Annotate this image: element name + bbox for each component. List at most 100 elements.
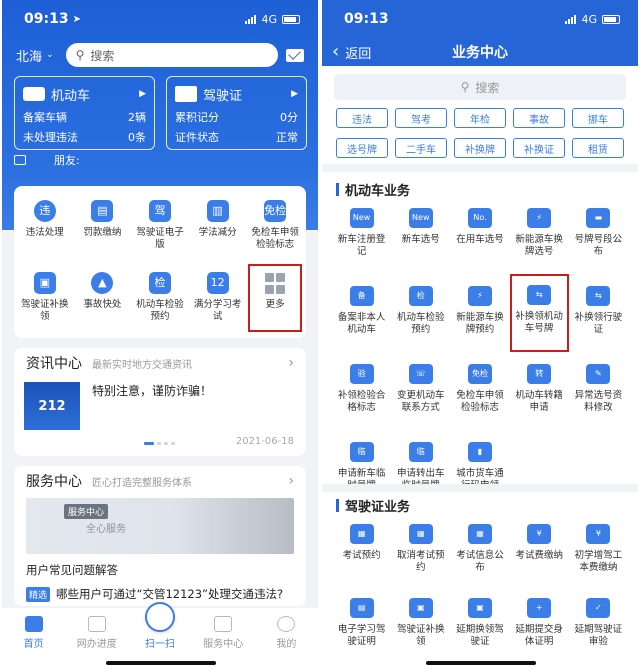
service-item[interactable]: 12 满分学习考试 [189, 262, 247, 334]
service-item[interactable]: 驾驾驶证电子版 [131, 190, 189, 262]
status-bar: 09:13 4G [322, 0, 638, 38]
signal-icon [565, 14, 577, 24]
business-item[interactable]: ▦ 取消考试预约 [391, 512, 450, 586]
license-business-grid: ▦ 考试预约 ▦ 取消考试预约 ▦ 考试信息公布 ¥ 考试费缴纳 ¥ 初学增驾工本费缴纳 ▤ 电子学习… [332, 512, 628, 660]
service-item[interactable]: ▲ 事故快处 [74, 262, 132, 334]
business-item[interactable]: No. 在用车选号 [450, 196, 509, 274]
service-item[interactable]: ▥ 学法减分 [189, 190, 247, 262]
business-item[interactable]: ☏ 变更机动车联系方式 [391, 352, 450, 430]
vehicle-row-label: 未处理违法 [23, 131, 78, 144]
filter-chip[interactable]: 事故 [513, 108, 565, 128]
business-item[interactable]: 备备案非本人机动车 [332, 274, 391, 352]
filter-chip[interactable]: 补换牌 [454, 138, 506, 158]
vehicle-card[interactable]: 机动车 ▶ 备案车辆 2辆 未处理违法 0条 [14, 76, 155, 150]
back-button[interactable]: ‹ 返回 [332, 43, 371, 62]
business-item[interactable]: ▣ 驾驶证补换领 [391, 586, 450, 660]
service-center-header[interactable]: 服务中心 匠心打造完整服务体系 › [14, 466, 306, 496]
business-icon: ¥ [586, 524, 611, 544]
business-item[interactable]: ▤ 电子学习驾驶证明 [332, 586, 391, 660]
filter-chip[interactable]: 挪车 [572, 108, 624, 128]
filter-chip[interactable]: 违法 [336, 108, 388, 128]
business-icon: 备 [349, 286, 374, 306]
license-card[interactable]: 驾驶证 ▶ 累积记分 0分 证件状态 正常 [166, 76, 307, 150]
business-item[interactable]: ¥ 考试费缴纳 [510, 512, 569, 586]
notice-bar[interactable]: 朋友: [14, 152, 306, 168]
business-icon: New [349, 208, 374, 228]
business-item[interactable]: + 延期提交身体证明 [510, 586, 569, 660]
tab-home[interactable]: 首页 [2, 608, 65, 670]
business-icon: ▮ [467, 442, 492, 462]
business-icon: ✓ [586, 598, 611, 618]
service-item[interactable]: 检机动车检验预约 [131, 262, 189, 334]
faq-item[interactable]: 精选 哪些用户可通过“交管12123”处理交通违法? [14, 578, 306, 602]
business-item[interactable]: ✎ 异常选号资料修改 [569, 352, 628, 430]
tab-me[interactable]: 我的 [255, 608, 318, 670]
service-item[interactable]: 免检 免检车申领检验标志 [246, 190, 304, 262]
service-label: 机动车检验预约 [136, 299, 184, 322]
mail-icon[interactable] [286, 48, 304, 62]
search-input[interactable]: ⚲ 搜索 [65, 43, 278, 67]
monitor-icon [87, 616, 106, 632]
business-icon: 临 [349, 442, 374, 462]
business-item[interactable]: 免检 免检车申领检验标志 [450, 352, 509, 430]
business-item[interactable]: ✓ 延期驾驶证审验 [569, 586, 628, 660]
car-icon [23, 87, 45, 101]
business-icon: ☏ [408, 364, 433, 384]
business-item[interactable]: New 新车注册登记 [332, 196, 391, 274]
fine-icon: ▤ [91, 200, 114, 222]
business-item[interactable]: 检机动车检验预约 [391, 274, 450, 352]
chevron-right-icon: ▶ [139, 89, 146, 99]
license-renew-icon: ▣ [33, 272, 56, 294]
business-item[interactable]: ▮城市货车通行码申领 [450, 430, 509, 508]
business-label: 延期换领驾驶证 [456, 624, 504, 647]
business-item[interactable]: ⚡ 新能源车换牌选号 [510, 196, 569, 274]
info-center-header[interactable]: 资讯中心 最新实时地方交通资讯 › [14, 348, 306, 378]
business-item[interactable]: 验补领检验合格标志 [332, 352, 391, 430]
service-item[interactable]: 违违法处理 [16, 190, 74, 262]
business-label: 异常选号资料修改 [574, 390, 623, 413]
banner-tag: 服务中心 [64, 504, 109, 519]
business-icon: ▬ [586, 208, 611, 228]
business-item[interactable]: ▦ 考试信息公布 [450, 512, 509, 586]
filter-chip[interactable]: 驾考 [395, 108, 447, 128]
notice-text: 朋友: [54, 154, 80, 167]
filter-chip[interactable]: 选号牌 [336, 138, 388, 158]
faq-link[interactable]: 用户常见问题解答 [14, 556, 306, 578]
service-banner[interactable]: 服务中心 全心服务 [26, 498, 294, 554]
filter-chip[interactable]: 年检 [454, 108, 506, 128]
business-item[interactable]: ▦ 考试预约 [332, 512, 391, 586]
search-placeholder: 搜索 [475, 80, 500, 95]
accident-icon: ▲ [91, 272, 114, 294]
banner-text: 全心服务 [86, 524, 126, 535]
business-icon: 检 [408, 286, 433, 306]
service-item[interactable]: ▤ 罚款缴纳 [74, 190, 132, 262]
more-services-button[interactable]: 更多 [248, 264, 302, 332]
business-item[interactable]: ⇆ 补换领机动车号牌 [509, 274, 569, 352]
business-label: 取消考试预约 [397, 550, 445, 573]
business-item[interactable]: New 新车选号 [391, 196, 450, 274]
service-label: 免检车申领检验标志 [251, 227, 299, 250]
business-item[interactable]: ¥ 初学增驾工本费缴纳 [569, 512, 628, 586]
license-row-value: 0分 [280, 111, 298, 124]
business-item[interactable]: ⚡ 新能源车换牌预约 [450, 274, 509, 352]
more-grid-icon [264, 272, 286, 294]
status-bar: 09:13 ➤ 4G [2, 0, 318, 38]
service-item[interactable]: ▣ 驾驶证补换领 [16, 262, 74, 334]
filter-chip[interactable]: 补换证 [513, 138, 565, 158]
city-selector[interactable]: 北海 ⌄ [16, 46, 54, 65]
business-search-input[interactable]: ⚲ 搜索 [334, 74, 626, 100]
business-label: 新能源车换牌预约 [456, 312, 504, 335]
news-date: 2021-06-18 [235, 436, 294, 447]
divider [322, 164, 638, 172]
filter-chip[interactable]: 租赁 [572, 138, 624, 158]
business-label: 机动车转籍申请 [515, 390, 563, 413]
featured-tag: 精选 [26, 586, 51, 602]
business-label: 号牌号段公布 [574, 234, 623, 257]
business-item[interactable]: ⇆ 补换领行驶证 [569, 274, 628, 352]
business-item[interactable]: 转机动车转籍申请 [510, 352, 569, 430]
business-center-screen: 09:13 4G ‹ 返回 业务中心 ⚲ 搜索 违法 驾考 年检 事故 挪车 选号牌 二手车… [322, 0, 638, 670]
business-item[interactable]: ▬ 号牌号段公布 [569, 196, 628, 274]
news-item[interactable]: 212 特别注意，谨防诈骗！ [14, 378, 306, 434]
business-item[interactable]: ▣ 延期换领驾驶证 [450, 586, 509, 660]
filter-chip[interactable]: 二手车 [395, 138, 447, 158]
